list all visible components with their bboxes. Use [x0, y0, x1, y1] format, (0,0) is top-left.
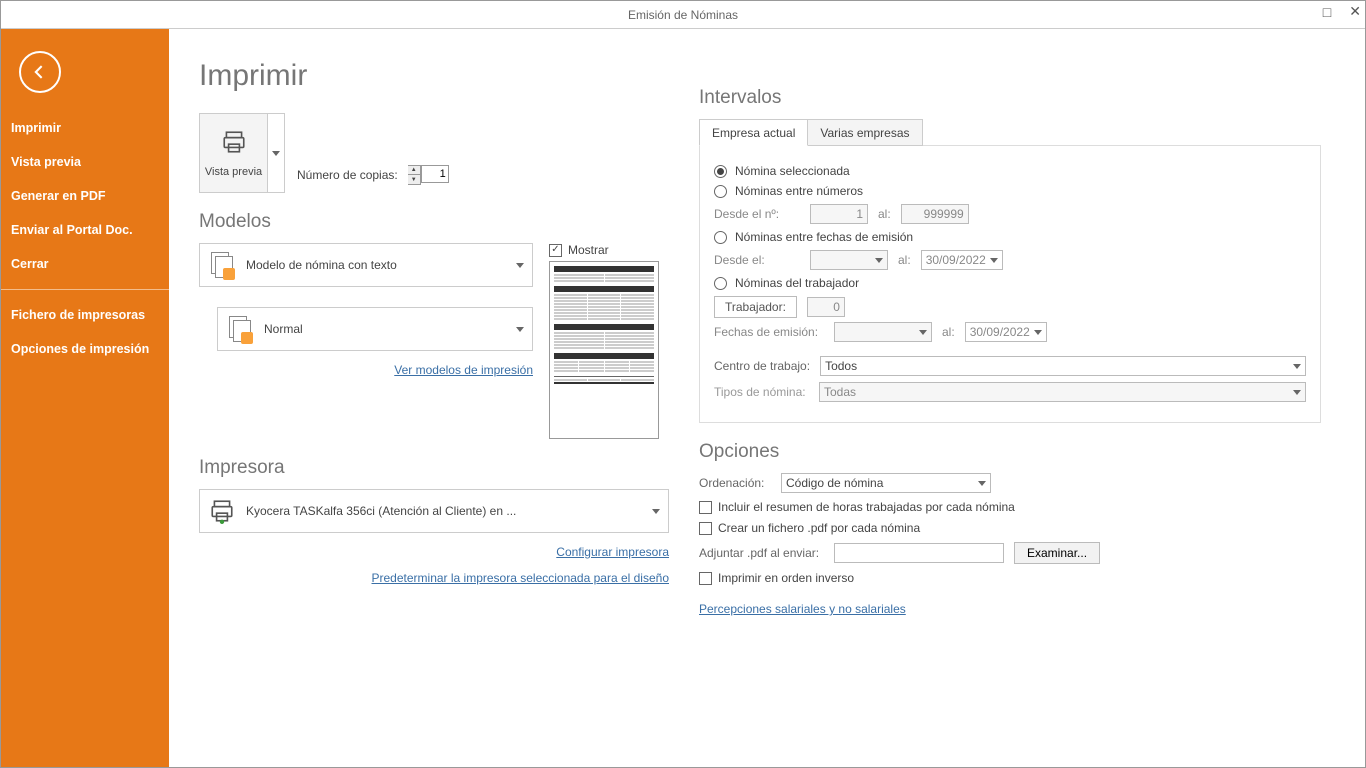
chk-pdf-label: Crear un fichero .pdf por cada nómina — [718, 521, 920, 535]
vista-previa-label: Vista previa — [205, 166, 262, 178]
radio-num-label: Nóminas entre números — [735, 184, 863, 198]
preview-thumbnail — [549, 261, 659, 439]
modelo-dropdown[interactable]: Modelo de nómina con texto — [199, 243, 533, 287]
tab-empresa-actual[interactable]: Empresa actual — [699, 119, 808, 146]
submodelo-value: Normal — [264, 322, 524, 336]
fechas-emision-label: Fechas de emisión: — [714, 325, 824, 339]
nav-cerrar[interactable]: Cerrar — [1, 247, 169, 281]
ordenacion-dropdown[interactable]: Código de nómina — [781, 473, 991, 493]
modelo-value: Modelo de nómina con texto — [246, 258, 524, 272]
nav-separator — [1, 289, 169, 290]
chk-resumen[interactable] — [699, 501, 712, 514]
sidebar: Imprimir Vista previa Generar en PDF Env… — [1, 29, 169, 767]
radio-nomina-seleccionada[interactable] — [714, 165, 727, 178]
trabajador-button[interactable]: Trabajador: — [714, 296, 797, 318]
chevron-down-icon — [978, 481, 986, 486]
document-icon — [208, 251, 236, 279]
num-copias-label: Número de copias: — [297, 168, 398, 182]
chevron-down-icon — [272, 151, 280, 156]
intervalos-tabs: Empresa actual Varias empresas — [699, 119, 1321, 145]
tipos-nomina-dropdown[interactable]: Todas — [819, 382, 1306, 402]
desde-n-input[interactable] — [810, 204, 868, 224]
tipos-label: Tipos de nómina: — [714, 385, 809, 399]
trabajador-input[interactable] — [807, 297, 845, 317]
nav-imprimir[interactable]: Imprimir — [1, 111, 169, 145]
radio-fechas-label: Nóminas entre fechas de emisión — [735, 230, 913, 244]
chk-resumen-label: Incluir el resumen de horas trabajadas p… — [718, 500, 1015, 514]
window-title: Emisión de Nóminas — [628, 8, 738, 22]
chevron-down-icon — [1293, 364, 1301, 369]
back-button[interactable] — [19, 51, 61, 93]
vista-previa-dropdown[interactable] — [268, 114, 284, 192]
num-copias-stepper[interactable]: ▲ ▼ — [408, 165, 449, 185]
chk-inverso-label: Imprimir en orden inverso — [718, 571, 854, 585]
al-label: al: — [878, 207, 891, 221]
examinar-button[interactable]: Examinar... — [1014, 542, 1100, 564]
desde-n-label: Desde el nº: — [714, 207, 800, 221]
nav-enviar-portal[interactable]: Enviar al Portal Doc. — [1, 213, 169, 247]
nav-generar-pdf[interactable]: Generar en PDF — [1, 179, 169, 213]
chevron-down-icon — [516, 263, 524, 268]
hasta-n-input[interactable] — [901, 204, 969, 224]
al-label-3: al: — [942, 325, 955, 339]
vista-previa-button[interactable]: Vista previa — [200, 114, 268, 192]
orden-label: Ordenación: — [699, 476, 771, 490]
centro-label: Centro de trabajo: — [714, 359, 810, 373]
page-title: Imprimir — [199, 59, 669, 93]
chk-inverso[interactable] — [699, 572, 712, 585]
fecha-emision-desde-dropdown[interactable] — [834, 322, 932, 342]
chevron-down-icon — [919, 330, 927, 335]
num-copias-input[interactable] — [421, 165, 449, 183]
al-label-2: al: — [898, 253, 911, 267]
spin-up-icon[interactable]: ▲ — [408, 166, 420, 175]
chevron-down-icon — [516, 327, 524, 332]
maximize-icon[interactable]: □ — [1323, 4, 1331, 20]
ver-modelos-link[interactable]: Ver modelos de impresión — [199, 363, 533, 377]
chevron-down-icon — [1034, 330, 1042, 335]
tab-varias-empresas[interactable]: Varias empresas — [808, 119, 922, 146]
radio-entre-numeros[interactable] — [714, 185, 727, 198]
predeterminar-link[interactable]: Predeterminar la impresora seleccionada … — [199, 571, 669, 585]
document-icon — [226, 315, 254, 343]
radio-sel-label: Nómina seleccionada — [735, 164, 850, 178]
spin-down-icon[interactable]: ▼ — [408, 175, 420, 184]
section-opciones: Opciones — [699, 441, 1321, 463]
titlebar: Emisión de Nóminas □ ✕ — [1, 1, 1365, 29]
chk-pdf[interactable] — [699, 522, 712, 535]
adjuntar-input[interactable] — [834, 543, 1004, 563]
chevron-down-icon — [652, 509, 660, 514]
radio-entre-fechas[interactable] — [714, 231, 727, 244]
vista-previa-splitbutton: Vista previa — [199, 113, 285, 193]
adjuntar-label: Adjuntar .pdf al enviar: — [699, 546, 824, 560]
chevron-down-icon — [1293, 390, 1301, 395]
printer-value: Kyocera TASKalfa 356ci (Atención al Clie… — [246, 504, 660, 518]
nav-fichero-impresoras[interactable]: Fichero de impresoras — [1, 298, 169, 332]
nav-opciones-impresion[interactable]: Opciones de impresión — [1, 332, 169, 366]
desde-el-label: Desde el: — [714, 253, 800, 267]
chevron-down-icon — [990, 258, 998, 263]
printer-icon — [221, 129, 247, 162]
mostrar-checkbox[interactable] — [549, 244, 562, 257]
chevron-down-icon — [875, 258, 883, 263]
nav-vista-previa[interactable]: Vista previa — [1, 145, 169, 179]
fecha-emision-hasta-dropdown[interactable]: 30/09/2022 — [965, 322, 1047, 342]
percepciones-link[interactable]: Percepciones salariales y no salariales — [699, 602, 906, 616]
configurar-impresora-link[interactable]: Configurar impresora — [199, 545, 669, 559]
fecha-desde-dropdown[interactable] — [810, 250, 888, 270]
section-modelos: Modelos — [199, 211, 669, 233]
section-impresora: Impresora — [199, 457, 669, 479]
mostrar-label: Mostrar — [568, 243, 609, 257]
centro-trabajo-dropdown[interactable]: Todos — [820, 356, 1306, 376]
close-icon[interactable]: ✕ — [1349, 3, 1361, 20]
section-intervalos: Intervalos — [699, 87, 1321, 109]
radio-trabajador[interactable] — [714, 277, 727, 290]
printer-icon — [208, 497, 236, 525]
radio-trab-label: Nóminas del trabajador — [735, 276, 859, 290]
fecha-hasta-dropdown[interactable]: 30/09/2022 — [921, 250, 1003, 270]
printer-dropdown[interactable]: Kyocera TASKalfa 356ci (Atención al Clie… — [199, 489, 669, 533]
submodelo-dropdown[interactable]: Normal — [217, 307, 533, 351]
